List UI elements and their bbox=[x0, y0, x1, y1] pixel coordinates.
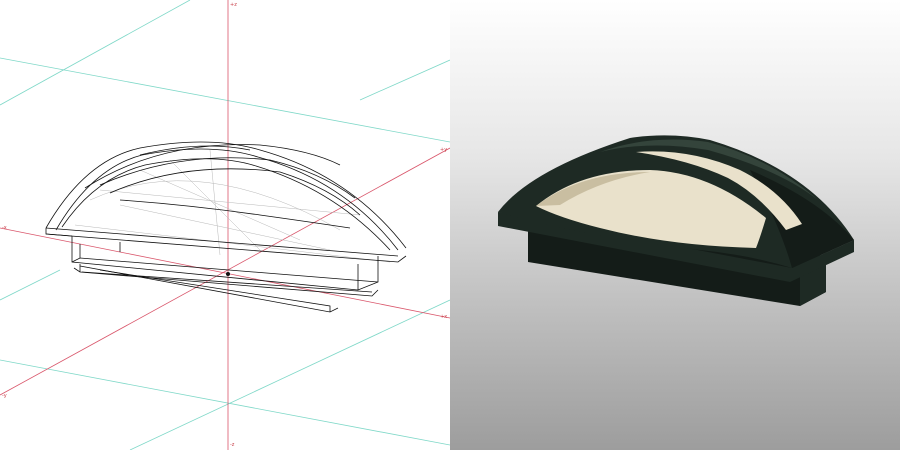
dome-top-curve bbox=[84, 144, 341, 189]
grid-line bbox=[359, 59, 450, 101]
axis-label-x-left: -x bbox=[2, 225, 7, 231]
lens-lower-curve bbox=[119, 199, 351, 229]
dome-inner-edge bbox=[55, 148, 399, 251]
base-plate-top-edge bbox=[45, 227, 399, 257]
wireframe-viewport[interactable]: +z -z +y -x +x -y bbox=[0, 0, 450, 450]
wireframe-canvas: +z -z +y -x +x -y bbox=[0, 0, 450, 450]
grid-line bbox=[0, 0, 191, 106]
base-plate-edge bbox=[45, 233, 73, 237]
hidden-lines bbox=[74, 149, 391, 263]
grid-line bbox=[0, 269, 61, 301]
x-axis bbox=[0, 227, 450, 319]
grid-line bbox=[129, 299, 450, 450]
axis-label-z-top: +z bbox=[230, 2, 237, 8]
axis-label-y-left: -y bbox=[2, 393, 7, 399]
grid-line bbox=[0, 57, 450, 143]
axis-label-y-right: +y bbox=[440, 147, 447, 153]
axis-label-x-right: +x bbox=[440, 314, 447, 320]
mount-box-bottom bbox=[71, 257, 379, 283]
origin-point bbox=[226, 272, 230, 276]
axis-label-z-bottom: -z bbox=[230, 442, 235, 448]
fixture-wireframe bbox=[45, 141, 407, 313]
dome-contour bbox=[61, 158, 391, 251]
render-canvas bbox=[498, 135, 854, 306]
shaded-viewport[interactable] bbox=[450, 0, 900, 450]
base-plate-front bbox=[45, 228, 407, 263]
grid-lines bbox=[0, 0, 450, 450]
grid-line bbox=[0, 359, 450, 446]
